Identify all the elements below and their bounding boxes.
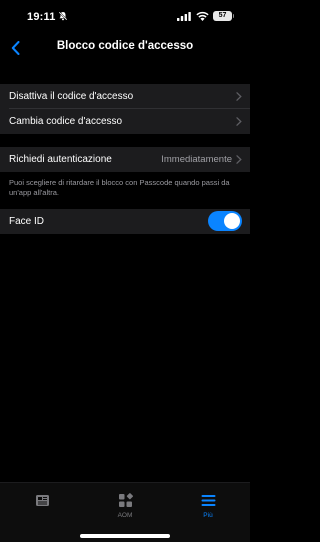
chevron-right-icon: [236, 117, 242, 126]
hamburger-menu-icon: [201, 495, 215, 506]
require-authentication-row[interactable]: Richiedi autenticazione Immediatamente: [0, 147, 250, 172]
require-authentication-label: Richiedi autenticazione: [9, 154, 112, 165]
signal-icon: [177, 12, 191, 21]
wifi-icon: [196, 11, 209, 21]
tab-aom[interactable]: AOM: [100, 492, 150, 519]
status-time: 19:11: [27, 11, 56, 23]
face-id-group: Face ID: [0, 209, 250, 234]
tab-more[interactable]: Più: [183, 492, 233, 519]
newspaper-icon: [35, 495, 49, 506]
bell-muted-icon: [58, 11, 68, 21]
change-passcode-row[interactable]: Cambia codice d'accesso: [0, 109, 250, 134]
chevron-right-icon: [236, 92, 242, 101]
page-title: Blocco codice d'accesso: [56, 40, 194, 52]
disable-passcode-label: Disattiva il codice d'accesso: [9, 91, 134, 102]
status-bar: 19:11 57: [0, 0, 250, 36]
auth-footnote: Puoi scegliere di ritardare il blocco co…: [9, 178, 230, 197]
passcode-settings-group: Disattiva il codice d'accesso Cambia cod…: [0, 84, 250, 134]
home-indicator: [80, 534, 170, 538]
navigation-bar: Blocco codice d'accesso: [0, 34, 250, 62]
face-id-row: Face ID: [0, 209, 250, 234]
grid-diamond-icon: [118, 493, 133, 507]
tab-aom-label: AOM: [117, 512, 133, 519]
chevron-right-icon: [236, 155, 242, 164]
require-authentication-value: Immediatamente: [161, 154, 232, 165]
disable-passcode-row[interactable]: Disattiva il codice d'accesso: [0, 84, 250, 109]
toggle-knob: [224, 213, 240, 229]
auth-settings-group: Richiedi autenticazione Immediatamente: [0, 147, 250, 172]
tab-more-label: Più: [203, 512, 213, 519]
face-id-label: Face ID: [9, 216, 45, 227]
change-passcode-label: Cambia codice d'accesso: [9, 116, 123, 127]
tab-news[interactable]: [17, 492, 67, 512]
face-id-toggle[interactable]: [208, 211, 242, 231]
tab-bar: AOM Più: [0, 482, 250, 542]
battery-icon: 57: [213, 11, 234, 21]
